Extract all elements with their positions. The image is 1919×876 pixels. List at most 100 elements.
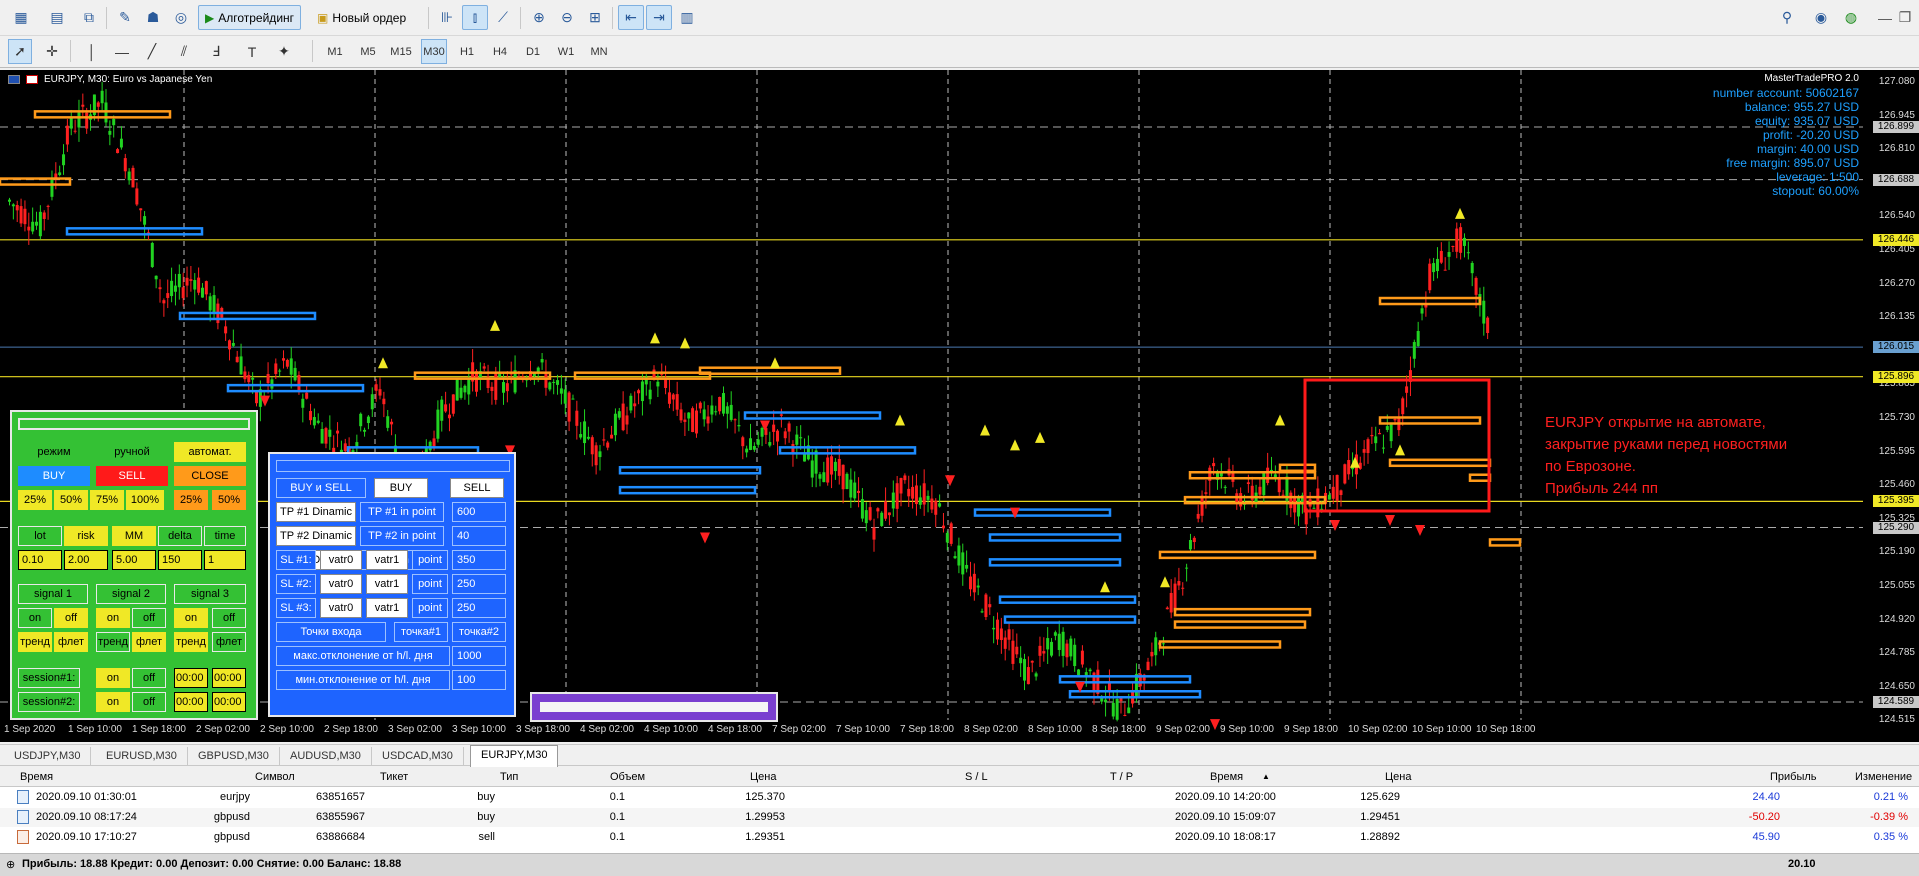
auto-mode-button[interactable]: автомат. <box>174 442 246 462</box>
tp-2-input[interactable]: 40 <box>452 526 506 546</box>
navigator-icon[interactable]: ✎ <box>112 5 138 30</box>
column-header[interactable]: S / L <box>965 771 988 783</box>
tile-windows-icon[interactable]: ⊞ <box>582 5 608 30</box>
sl-3-vatr0-button[interactable]: vatr0 <box>320 598 362 618</box>
sl-1-input[interactable]: 350 <box>452 550 506 570</box>
autoscroll-icon[interactable]: ⇤ <box>618 5 644 30</box>
risk-input[interactable]: 2.00 <box>64 550 108 570</box>
tp-2-point-button[interactable]: TP #2 in point <box>360 526 444 546</box>
session-1-start[interactable]: 00:00 <box>174 668 208 688</box>
signal-1-trend[interactable]: тренд <box>18 632 52 652</box>
delta-input[interactable]: 150 <box>158 550 202 570</box>
signals-icon[interactable]: ◎ <box>168 5 194 30</box>
lot-100pct-button[interactable]: 100% <box>126 490 164 510</box>
sl-3-vatr1-button[interactable]: vatr1 <box>366 598 408 618</box>
time-input[interactable]: 1 <box>204 550 246 570</box>
session-1-off[interactable]: off <box>132 668 166 688</box>
column-header[interactable]: Прибыль <box>1770 771 1817 783</box>
buy-and-sell-button[interactable]: BUY и SELL <box>276 478 366 498</box>
level-icon[interactable]: ◍ <box>1838 5 1864 30</box>
timeframe-h1[interactable]: H1 <box>454 39 480 64</box>
buy-button[interactable]: BUY <box>18 466 90 486</box>
signal-3-off[interactable]: off <box>212 608 246 628</box>
tp-1-dynamic-button[interactable]: TP #1 Dinamic <box>276 502 356 522</box>
signal-3-flat[interactable]: флет <box>212 632 246 652</box>
restore-icon[interactable]: ❐ <box>1892 5 1918 30</box>
signal-1-off[interactable]: off <box>54 608 88 628</box>
signal-2-off[interactable]: off <box>132 608 166 628</box>
column-header[interactable]: T / P <box>1110 771 1133 783</box>
signal-2-on[interactable]: on <box>96 608 130 628</box>
signal-3-trend[interactable]: тренд <box>174 632 208 652</box>
vertical-line-icon[interactable]: │ <box>80 39 104 64</box>
fibonacci-icon[interactable]: Ⅎ <box>204 39 228 64</box>
session-2-start[interactable]: 00:00 <box>174 692 208 712</box>
lot-25pct-button[interactable]: 25% <box>18 490 52 510</box>
account-icon[interactable]: ◉ <box>1808 5 1834 30</box>
max-deviation-input[interactable]: 1000 <box>452 646 506 666</box>
algo-trading-button[interactable]: ▶ Алготрейдинг <box>198 5 302 30</box>
column-header[interactable]: Цена <box>750 771 776 783</box>
candlestick-icon[interactable]: ⫾ <box>462 5 488 30</box>
sl-2-input[interactable]: 250 <box>452 574 506 594</box>
sl-2-vatr0-button[interactable]: vatr0 <box>320 574 362 594</box>
signal-1-on[interactable]: on <box>18 608 52 628</box>
tp-1-point-button[interactable]: TP #1 in point <box>360 502 444 522</box>
tp-sell-button[interactable]: SELL <box>450 478 504 498</box>
new-chart-icon[interactable]: ▦ <box>8 5 34 30</box>
timeframe-m30[interactable]: M30 <box>421 39 447 64</box>
entry-point-2-button[interactable]: точка#2 <box>452 622 506 642</box>
sl-3-input[interactable]: 250 <box>452 598 506 618</box>
table-row[interactable]: 2020.09.10 17:10:27 gbpusd 63886684 sell 0.1… <box>0 828 1919 847</box>
signal-2-trend[interactable]: тренд <box>96 632 130 652</box>
chart-tab[interactable]: AUDUSD,M30 <box>280 747 372 765</box>
sl-1-point-button[interactable]: point <box>412 550 448 570</box>
signal-3-on[interactable]: on <box>174 608 208 628</box>
new-order-button[interactable]: ▣ Новый ордер <box>310 5 413 30</box>
sl-2-point-button[interactable]: point <box>412 574 448 594</box>
close-50pct-button[interactable]: 50% <box>212 490 246 510</box>
cursor-icon[interactable]: ➚ <box>8 39 32 64</box>
session-2-end[interactable]: 00:00 <box>212 692 246 712</box>
timeframe-w1[interactable]: W1 <box>553 39 579 64</box>
close-button[interactable]: CLOSE <box>174 466 246 486</box>
data-window-icon[interactable]: ☗ <box>140 5 166 30</box>
min-deviation-input[interactable]: 100 <box>452 670 506 690</box>
templates-icon[interactable]: ▥ <box>674 5 700 30</box>
column-header[interactable]: Время <box>1210 771 1243 783</box>
tp-2-dynamic-button[interactable]: TP #2 Dinamic <box>276 526 356 546</box>
chart-area[interactable]: EURJPY, M30: Euro vs Japanese Yen Master… <box>0 70 1919 742</box>
bar-chart-icon[interactable]: ⊪ <box>434 5 460 30</box>
channel-icon[interactable]: ⫽ <box>172 39 196 64</box>
chart-tab[interactable]: USDCAD,M30 <box>372 747 464 765</box>
entry-point-1-button[interactable]: точка#1 <box>394 622 448 642</box>
timeframe-h4[interactable]: H4 <box>487 39 513 64</box>
table-row[interactable]: 2020.09.10 08:17:24 gbpusd 63855967 buy 0.1 1… <box>0 808 1919 827</box>
column-header[interactable]: Символ <box>255 771 295 783</box>
signal-2-flat[interactable]: флет <box>132 632 166 652</box>
sl-1-vatr1-button[interactable]: vatr1 <box>366 550 408 570</box>
close-25pct-button[interactable]: 25% <box>174 490 208 510</box>
chart-shift-icon[interactable]: ⇥ <box>646 5 672 30</box>
session-2-on[interactable]: on <box>96 692 130 712</box>
timeframe-m5[interactable]: M5 <box>355 39 381 64</box>
column-header[interactable]: Объем <box>610 771 645 783</box>
lot-input[interactable]: 0.10 <box>18 550 62 570</box>
session-1-end[interactable]: 00:00 <box>212 668 246 688</box>
signal-3-button[interactable]: signal 3 <box>174 584 246 604</box>
timeframe-d1[interactable]: D1 <box>520 39 546 64</box>
sl-2-vatr1-button[interactable]: vatr1 <box>366 574 408 594</box>
column-header[interactable]: Изменение <box>1855 771 1912 783</box>
timeframe-m15[interactable]: M15 <box>388 39 414 64</box>
timeframe-mn[interactable]: MN <box>586 39 612 64</box>
zoom-in-icon[interactable]: ⊕ <box>526 5 552 30</box>
sell-button[interactable]: SELL <box>96 466 168 486</box>
chart-tab[interactable]: EURUSD,M30 <box>96 747 188 765</box>
timeframe-m1[interactable]: M1 <box>322 39 348 64</box>
market-watch-icon[interactable]: ⧉ <box>76 5 102 30</box>
column-header[interactable]: Цена <box>1385 771 1411 783</box>
column-header[interactable]: Тикет <box>380 771 408 783</box>
table-row[interactable]: 2020.09.10 01:30:01 eurjpy 63851657 buy 0.1 1… <box>0 788 1919 807</box>
footer-expand-icon[interactable]: ⊕ <box>6 858 15 871</box>
profiles-icon[interactable]: ▤ <box>44 5 70 30</box>
